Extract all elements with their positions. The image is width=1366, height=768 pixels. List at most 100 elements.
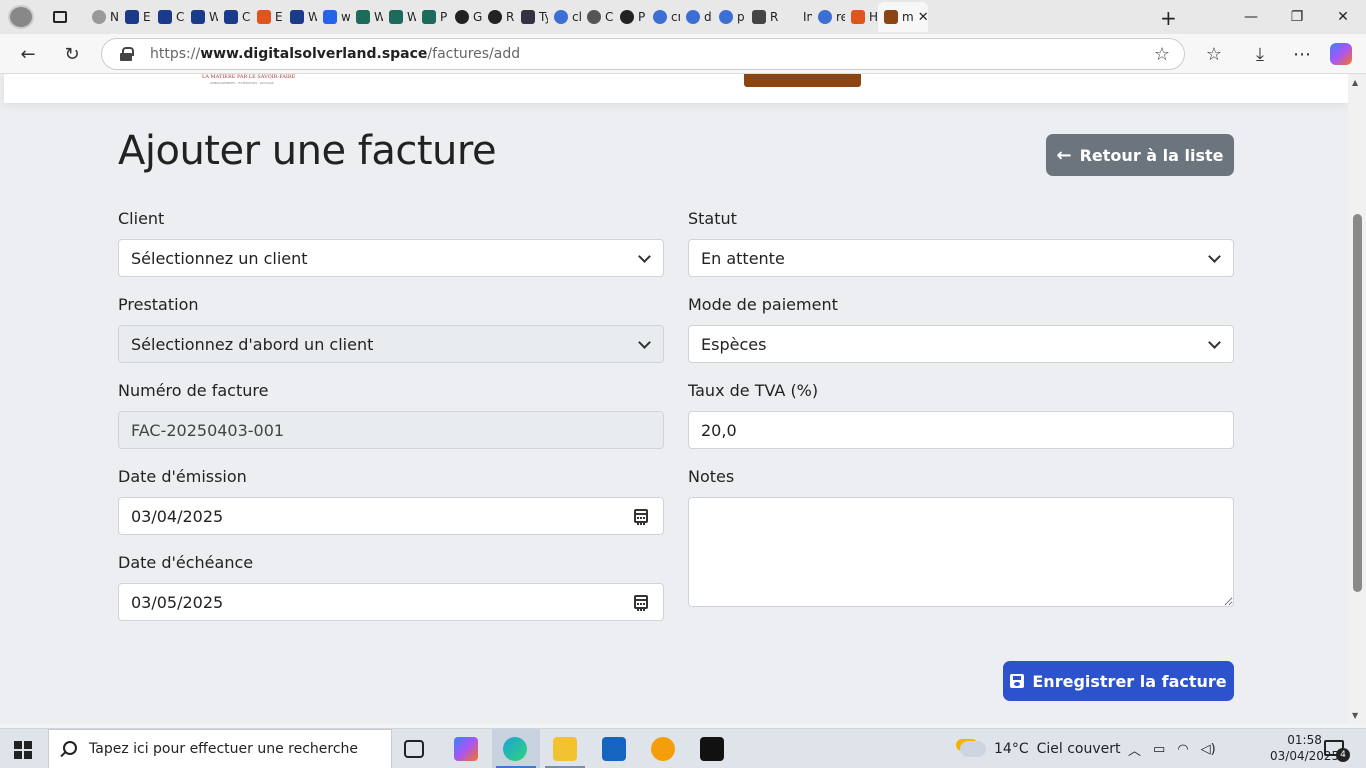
search-icon	[554, 10, 568, 24]
battery-icon[interactable]: ▭	[1153, 742, 1165, 757]
refresh-icon[interactable]: ↻	[58, 42, 86, 66]
emission-date-value: 03/04/2025	[131, 506, 224, 526]
weather-widget[interactable]: 14°C Ciel couvert	[960, 729, 1121, 768]
back-arrow-icon[interactable]: ←	[14, 42, 42, 66]
statut-select-value: En attente	[701, 248, 785, 268]
chevron-up-icon[interactable]: ︿	[1128, 740, 1141, 759]
favorites-icon[interactable]: ☆	[1200, 42, 1228, 66]
close-window-button[interactable]: ✕	[1320, 0, 1366, 34]
browser-tab[interactable]: W	[383, 2, 416, 32]
search-icon	[63, 741, 77, 755]
scroll-down-icon[interactable]: ▼	[1352, 711, 1358, 720]
windows-start-icon[interactable]	[14, 741, 32, 759]
back-to-list-button[interactable]: ← Retour à la liste	[1046, 134, 1234, 176]
app-icon[interactable]	[700, 737, 724, 761]
header-button[interactable]	[744, 74, 861, 87]
payment-mode-label: Mode de paiement	[688, 295, 838, 314]
edge-icon[interactable]	[503, 737, 527, 761]
tab-actions-icon[interactable]	[46, 6, 74, 28]
browser-tab[interactable]: In	[779, 2, 812, 32]
url-domain: www.digitalsolverland.space	[200, 46, 428, 62]
save-invoice-button[interactable]: Enregistrer la facture	[1003, 661, 1234, 701]
volume-icon[interactable]: ◁)	[1201, 742, 1216, 757]
site-logo[interactable]: LA MATIERE PAR LE SAVOIR-FAIRE	[202, 74, 295, 80]
favorite-star-icon[interactable]: ☆	[1154, 44, 1170, 65]
site-favicon-icon	[158, 10, 172, 24]
statut-select[interactable]: En attente	[688, 239, 1234, 277]
scrollbar-thumb[interactable]	[1353, 214, 1362, 592]
calendar-icon[interactable]	[634, 595, 648, 611]
client-select[interactable]: Sélectionnez un client	[118, 239, 664, 277]
page-scrollbar[interactable]: ▲ ▼	[1348, 74, 1366, 724]
calendar-icon[interactable]	[634, 509, 648, 525]
browser-tab[interactable]: P	[416, 2, 449, 32]
new-tab-button[interactable]: +	[1160, 6, 1177, 30]
prestation-label: Prestation	[118, 295, 199, 314]
notification-icon[interactable]: 4	[1324, 740, 1350, 762]
browser-tab[interactable]: re	[812, 2, 845, 32]
url-path: /factures/add	[427, 46, 521, 62]
browser-tab[interactable]: C	[152, 2, 185, 32]
client-label: Client	[118, 209, 165, 228]
payment-mode-select[interactable]: Espèces	[688, 325, 1234, 363]
system-tray: ︿ ▭ ◠ ◁)	[1128, 729, 1216, 768]
numero-field[interactable]: FAC-20250403-001	[118, 411, 664, 449]
browser-tab[interactable]: cl	[548, 2, 581, 32]
browser-tab[interactable]: R	[746, 2, 779, 32]
more-options-icon[interactable]: ⋯	[1288, 42, 1316, 66]
copilot-icon[interactable]	[454, 737, 478, 761]
echeance-date-input[interactable]: 03/05/2025	[118, 583, 664, 621]
globe-icon	[92, 10, 106, 24]
back-to-list-label: Retour à la liste	[1079, 145, 1224, 165]
mail-icon[interactable]	[602, 737, 626, 761]
browser-tab[interactable]: cr	[647, 2, 680, 32]
task-view-icon[interactable]	[404, 740, 424, 758]
profile-avatar-icon[interactable]	[8, 5, 34, 29]
network-icon[interactable]: ◠	[1177, 742, 1188, 757]
copilot-icon[interactable]	[1330, 43, 1352, 65]
browser-tab[interactable]: H	[845, 2, 878, 32]
browser-tab[interactable]: W	[185, 2, 218, 32]
prestation-select[interactable]: Sélectionnez d'abord un client	[118, 325, 664, 363]
browser-tab[interactable]: E	[119, 2, 152, 32]
browser-tab[interactable]: N	[86, 2, 119, 32]
browser-tab[interactable]: d	[680, 2, 713, 32]
tva-input[interactable]: 20,0	[688, 411, 1234, 449]
minimize-button[interactable]: —	[1228, 0, 1274, 34]
address-bar[interactable]: https://www.digitalsolverland.space/fact…	[101, 38, 1185, 70]
browser-app-icon[interactable]	[651, 737, 675, 761]
taskbar: Tapez ici pour effectuer une recherche 1…	[0, 728, 1366, 768]
emission-date-input[interactable]: 03/04/2025	[118, 497, 664, 535]
numero-label: Numéro de facture	[118, 381, 269, 400]
browser-tab[interactable]: w	[317, 2, 350, 32]
taskbar-search[interactable]: Tapez ici pour effectuer une recherche	[48, 729, 392, 768]
github-icon	[488, 10, 502, 24]
downloads-icon[interactable]: ⤓	[1246, 42, 1274, 66]
browser-tab[interactable]: R	[482, 2, 515, 32]
browser-tab[interactable]: C	[581, 2, 614, 32]
site-logo-tagline: AMENAGEMENTS - EXTERIEURS - PAYSAGE	[210, 81, 274, 85]
taskbar-search-placeholder: Tapez ici pour effectuer une recherche	[89, 741, 359, 757]
arrow-left-icon: ←	[1056, 144, 1072, 166]
browser-tab[interactable]: P	[614, 2, 647, 32]
active-browser-tab[interactable]: m ✕	[878, 2, 928, 32]
lock-icon[interactable]	[120, 47, 134, 61]
restore-button[interactable]: ❐	[1274, 0, 1320, 34]
browser-tab[interactable]: W	[350, 2, 383, 32]
browser-tab[interactable]: G	[449, 2, 482, 32]
close-tab-icon[interactable]: ✕	[918, 10, 928, 25]
file-explorer-icon[interactable]	[553, 737, 577, 761]
github-icon	[455, 10, 469, 24]
browser-tab[interactable]: p	[713, 2, 746, 32]
weather-temp: 14°C	[994, 741, 1029, 757]
image-icon	[752, 10, 766, 24]
browser-tab[interactable]: Ty	[515, 2, 548, 32]
notes-textarea[interactable]	[688, 497, 1234, 607]
search-icon	[818, 10, 832, 24]
browser-tab[interactable]: E	[251, 2, 284, 32]
browser-tab[interactable]: W	[284, 2, 317, 32]
browser-tab[interactable]: C	[218, 2, 251, 32]
scroll-up-icon[interactable]: ▲	[1352, 78, 1358, 87]
site-favicon-icon	[389, 10, 403, 24]
chevron-down-icon	[639, 252, 649, 262]
